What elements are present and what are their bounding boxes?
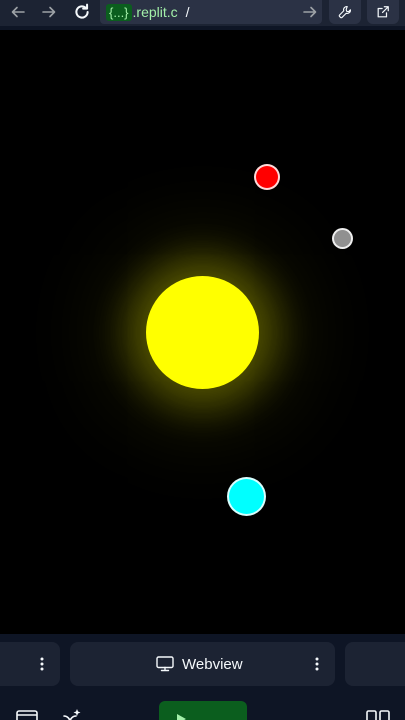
reload-button[interactable]: [68, 0, 96, 24]
forward-button[interactable]: [35, 0, 63, 24]
url-path: /: [185, 4, 190, 20]
panel-toggle-icon[interactable]: [16, 710, 38, 720]
run-button[interactable]: [159, 701, 247, 720]
tab-previous[interactable]: [0, 642, 60, 686]
split-view-icon[interactable]: [366, 710, 390, 720]
open-new-tab-button[interactable]: [367, 0, 399, 24]
browser-toolbar: {...} .replit.c /: [0, 0, 405, 26]
more-vertical-icon: [40, 657, 44, 671]
wrench-icon: [338, 6, 351, 19]
more-vertical-icon: [315, 657, 319, 671]
tab-webview[interactable]: Webview: [70, 642, 335, 686]
cyan-planet: [227, 477, 266, 516]
sun: [146, 276, 259, 389]
tab-webview-label-group: Webview: [156, 642, 243, 686]
bottom-toolbar: [0, 688, 405, 720]
webview-canvas[interactable]: [0, 30, 405, 634]
play-icon: [177, 714, 186, 720]
external-link-icon: [377, 6, 389, 18]
arrow-right-icon: [42, 6, 56, 18]
url-repl-badge: {...}: [106, 3, 132, 21]
url-host: .replit.c: [132, 4, 178, 20]
tab-webview-menu-button[interactable]: [309, 654, 325, 674]
monitor-icon: [156, 656, 174, 672]
ai-sparkle-icon[interactable]: [62, 708, 82, 720]
go-arrow-icon[interactable]: [302, 4, 318, 20]
pane-tab-strip: Webview: [0, 634, 405, 688]
tab-previous-menu-button[interactable]: [34, 654, 50, 674]
reload-icon: [75, 3, 89, 19]
red-planet: [254, 164, 280, 190]
back-button[interactable]: [4, 0, 32, 24]
devtools-button[interactable]: [329, 0, 361, 24]
tab-webview-label: Webview: [182, 655, 243, 673]
arrow-left-icon: [11, 6, 25, 18]
tab-next[interactable]: [345, 642, 405, 686]
url-bar[interactable]: {...} .replit.c /: [100, 0, 322, 24]
grey-planet: [332, 228, 353, 249]
